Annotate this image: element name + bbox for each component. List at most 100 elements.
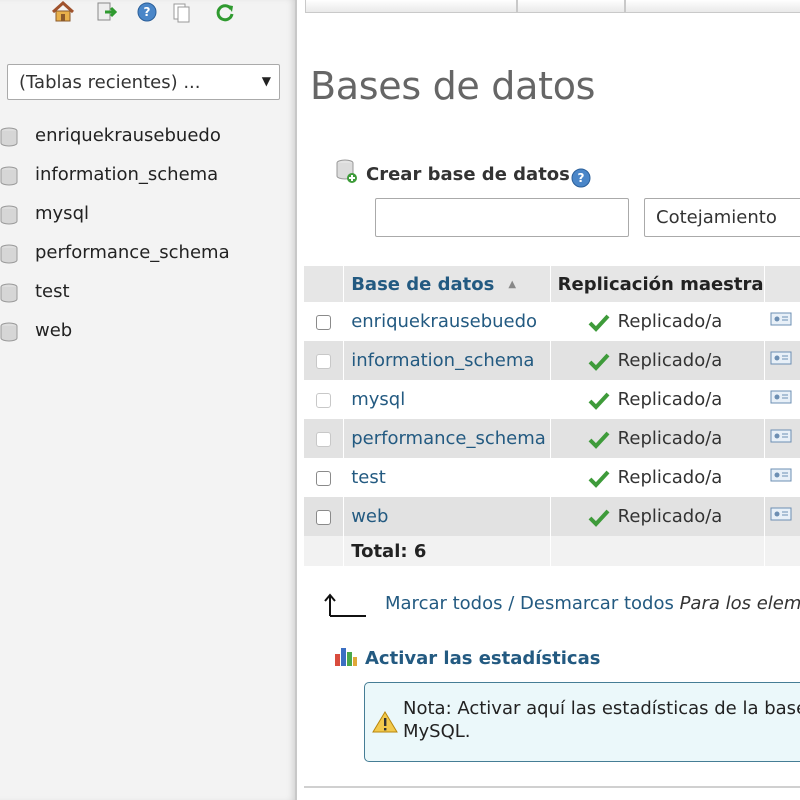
create-database-label: Crear base de datos: [366, 164, 570, 185]
sort-asc-icon: ▲: [508, 279, 517, 290]
privileges-icon[interactable]: [770, 467, 792, 488]
tree-item-database[interactable]: web: [0, 313, 296, 352]
replication-status: Replicado/a: [617, 350, 723, 371]
database-icon: [0, 166, 18, 191]
separator: /: [502, 593, 521, 614]
database-icon: [0, 205, 18, 230]
statistics-note: Nota: Activar aquí las estadísticas de l…: [364, 682, 800, 762]
table-total-row: Total: 6: [304, 536, 800, 566]
svg-text:?: ?: [144, 5, 151, 19]
enable-statistics-link[interactable]: Activar las estadísticas: [365, 648, 600, 669]
database-link[interactable]: test: [351, 467, 386, 488]
home-icon[interactable]: [50, 0, 76, 24]
arrow-ltr-icon: [322, 592, 368, 623]
tree-item-database[interactable]: enriquekrausebuedo: [0, 118, 296, 157]
database-link[interactable]: mysql: [351, 389, 405, 410]
tree-item-label[interactable]: performance_schema: [35, 242, 230, 263]
database-icon: [0, 322, 18, 347]
header-database[interactable]: Base de datos ▲: [343, 266, 551, 302]
main-content: Bases de datos Crear base de datos ? Cot…: [297, 0, 800, 800]
check-icon: [588, 431, 610, 454]
database-icon: [0, 127, 18, 152]
databases-table: Base de datos ▲ Replicación maestra enriq…: [304, 266, 800, 566]
privileges-icon[interactable]: [770, 389, 792, 410]
row-checkbox[interactable]: [316, 314, 332, 330]
enable-statistics-header[interactable]: Activar las estadísticas: [333, 644, 600, 672]
total-count: Total: 6: [343, 536, 551, 566]
database-icon: [0, 283, 18, 308]
recent-tables-select[interactable]: (Tablas recientes) ... ▼: [7, 64, 280, 100]
chevron-down-icon: ▼: [261, 74, 271, 88]
header-actions: [764, 266, 800, 302]
tree-item-label[interactable]: mysql: [35, 203, 89, 224]
bar-chart-icon: [333, 648, 359, 672]
row-checkbox: [316, 353, 332, 369]
tab-databases[interactable]: [305, 0, 517, 13]
with-selected-hint: Para los elem: [673, 593, 800, 614]
tree-item-label[interactable]: enriquekrausebuedo: [35, 125, 221, 146]
database-icon: [0, 244, 18, 269]
privileges-icon[interactable]: [770, 506, 792, 527]
header-replication: Replicación maestra: [550, 266, 765, 302]
tab-sql[interactable]: [517, 0, 625, 13]
replication-status: Replicado/a: [617, 389, 723, 410]
tree-item-label[interactable]: information_schema: [35, 164, 218, 185]
check-icon: [588, 353, 610, 376]
collation-value: Cotejamiento: [656, 207, 777, 228]
tab-status[interactable]: [625, 0, 800, 13]
database-tree: enriquekrausebuedo information_schema my…: [0, 118, 296, 352]
privileges-icon[interactable]: [770, 350, 792, 371]
create-database-header: Crear base de datos: [335, 158, 570, 188]
tree-item-database[interactable]: test: [0, 274, 296, 313]
database-link[interactable]: information_schema: [351, 350, 534, 371]
replication-status: Replicado/a: [617, 467, 723, 488]
tree-item-database[interactable]: information_schema: [0, 157, 296, 196]
privileges-icon[interactable]: [770, 311, 792, 332]
row-checkbox: [316, 392, 332, 408]
privileges-icon[interactable]: [770, 428, 792, 449]
tree-item-label[interactable]: test: [35, 281, 70, 302]
divider: [304, 786, 800, 788]
svg-text:?: ?: [578, 171, 585, 185]
database-link[interactable]: web: [351, 506, 388, 527]
check-icon: [588, 470, 610, 493]
database-name-input[interactable]: [375, 198, 629, 237]
note-line-2: MySQL.: [403, 721, 471, 742]
navigation-panel: ? (Tablas recientes) ... ▼ enriquekrause…: [0, 0, 296, 800]
note-line-1: Nota: Activar aquí las estadísticas de l…: [403, 698, 800, 719]
table-row: enriquekrausebuedo Replicado/a: [304, 302, 800, 341]
check-icon: [588, 509, 610, 532]
recent-tables-value: (Tablas recientes) ...: [19, 71, 201, 93]
replication-status: Replicado/a: [617, 311, 723, 332]
replication-status: Replicado/a: [617, 428, 723, 449]
table-row: mysql Replicado/a: [304, 380, 800, 419]
table-row: information_schema Replicado/a: [304, 341, 800, 380]
database-link[interactable]: performance_schema: [351, 428, 546, 449]
check-icon: [588, 392, 610, 415]
header-checkbox-column: [304, 266, 345, 302]
table-row: web Replicado/a: [304, 497, 800, 536]
collation-select[interactable]: Cotejamiento: [644, 198, 800, 237]
sort-database-link[interactable]: Base de datos: [351, 274, 494, 295]
reload-icon[interactable]: [213, 0, 237, 24]
tree-item-database[interactable]: mysql: [0, 196, 296, 235]
replication-status: Replicado/a: [617, 506, 723, 527]
help-icon[interactable]: ?: [570, 167, 592, 193]
warning-icon: [372, 710, 398, 738]
uncheck-all-link[interactable]: Desmarcar todos: [520, 593, 674, 614]
check-icon: [588, 314, 610, 337]
row-checkbox: [316, 431, 332, 447]
table-row: performance_schema Replicado/a: [304, 419, 800, 458]
row-checkbox[interactable]: [316, 470, 332, 486]
page-title: Bases de datos: [310, 64, 596, 108]
row-checkbox[interactable]: [316, 509, 332, 525]
database-link[interactable]: enriquekrausebuedo: [351, 311, 537, 332]
note-text: Nota: Activar aquí las estadísticas de l…: [403, 697, 800, 743]
check-all-link[interactable]: Marcar todos: [385, 593, 503, 614]
table-row: test Replicado/a: [304, 458, 800, 497]
docs-icon[interactable]: [170, 0, 192, 24]
tree-item-label[interactable]: web: [35, 320, 72, 341]
tree-item-database[interactable]: performance_schema: [0, 235, 296, 274]
logout-icon[interactable]: [94, 0, 118, 24]
help-icon[interactable]: ?: [136, 0, 158, 24]
